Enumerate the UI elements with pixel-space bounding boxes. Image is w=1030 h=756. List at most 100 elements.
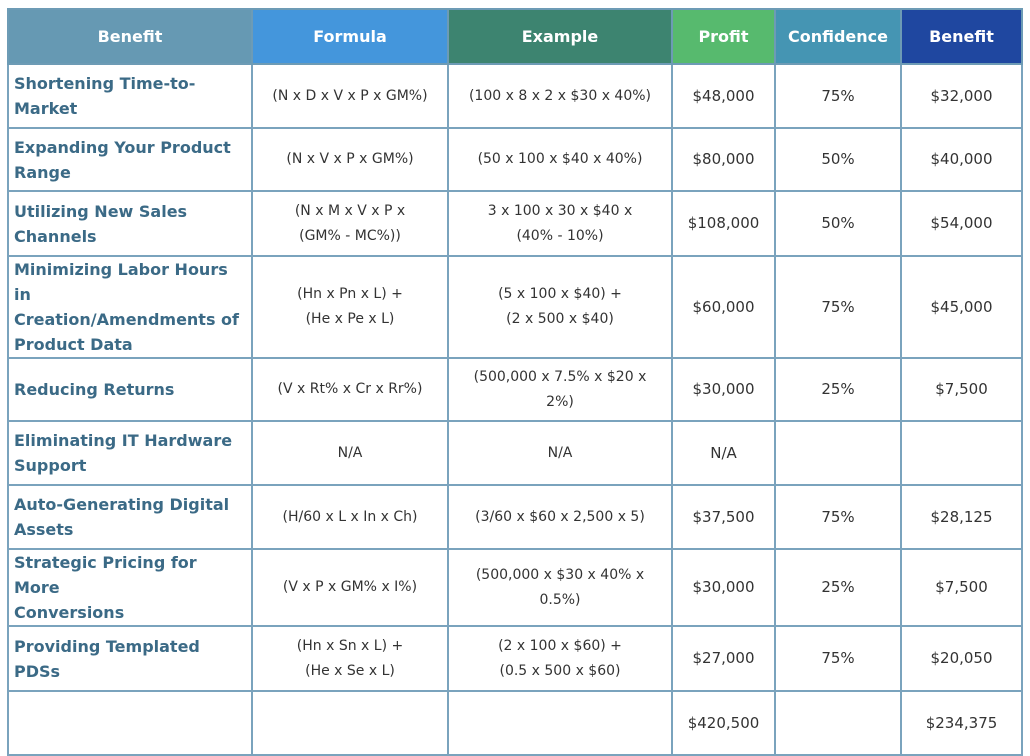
example-cell: (500,000 x 7.5% x $20 x 2%) — [447, 357, 673, 422]
benefit-value-cell: $40,000 — [900, 127, 1023, 192]
benefit-value-cell: $20,050 — [900, 625, 1023, 692]
benefit-name-cell: Expanding Your Product Range — [7, 127, 253, 192]
benefit-name-line: Eliminating IT Hardware — [14, 431, 233, 450]
benefit-name-cell: Minimizing Labor Hours in Creation/Amend… — [7, 255, 253, 359]
formula-cell: (N x V x P x GM%) — [251, 127, 449, 192]
confidence-cell: 50% — [774, 190, 902, 257]
example-line: N/A — [547, 444, 573, 461]
formula-line: (N x D x V x P x GM%) — [272, 87, 428, 104]
example-cell: (5 x 100 x $40) + (2 x 500 x $40) — [447, 255, 673, 359]
benefit-name-line: Assets — [14, 520, 74, 539]
example-line: 0.5%) — [539, 591, 581, 608]
confidence-cell: 75% — [774, 255, 902, 359]
table-row: Strategic Pricing for More Conversions (… — [7, 548, 1023, 627]
example-cell: (100 x 8 x 2 x $30 x 40%) — [447, 63, 673, 129]
total-benefit-cell: $234,375 — [900, 690, 1023, 756]
benefit-name-line: Channels — [14, 226, 97, 246]
example-line: (2 x 500 x $40) — [506, 311, 614, 327]
total-profit-cell: $420,500 — [671, 690, 776, 756]
table-body: Shortening Time-to- Market (N x D x V x … — [7, 63, 1023, 756]
formula-line: (He x Pe x L) — [305, 311, 395, 327]
benefit-value-cell — [900, 420, 1023, 486]
confidence-cell: 50% — [774, 127, 902, 192]
confidence-cell: 75% — [774, 625, 902, 692]
benefit-name-line: Support — [14, 456, 87, 475]
benefit-name-cell: Utilizing New Sales Channels — [7, 190, 253, 257]
benefit-name-line: Reducing Returns — [14, 380, 175, 399]
benefit-name-line: Auto-Generating Digital — [14, 495, 230, 514]
benefit-name-cell: Strategic Pricing for More Conversions — [7, 548, 253, 627]
header-example: Example — [447, 8, 673, 65]
formula-cell: N/A — [251, 420, 449, 486]
example-cell: (3/60 x $60 x 2,500 x 5) — [447, 484, 673, 550]
profit-cell: $48,000 — [671, 63, 776, 129]
example-line: 2%) — [546, 393, 574, 410]
benefit-name-cell: Eliminating IT Hardware Support — [7, 420, 253, 486]
benefit-value-cell: $45,000 — [900, 255, 1023, 359]
formula-cell: (V x P x GM% x I%) — [251, 548, 449, 627]
totals-row: $420,500 $234,375 — [7, 690, 1023, 756]
example-cell: (500,000 x $30 x 40% x 0.5%) — [447, 548, 673, 627]
profit-cell: $30,000 — [671, 548, 776, 627]
example-cell: (2 x 100 x $60) + (0.5 x 500 x $60) — [447, 625, 673, 692]
formula-cell: (N x D x V x P x GM%) — [251, 63, 449, 129]
benefit-value-cell: $7,500 — [900, 548, 1023, 627]
confidence-cell: 75% — [774, 484, 902, 550]
formula-cell: (V x Rt% x Cr x Rr%) — [251, 357, 449, 422]
formula-line: N/A — [337, 444, 363, 461]
formula-line: (H/60 x L x In x Ch) — [282, 508, 418, 525]
benefit-name-line: Market — [14, 99, 78, 118]
benefit-value-cell: $7,500 — [900, 357, 1023, 422]
benefit-name-line: Product Data — [14, 335, 133, 354]
header-row: Benefit Formula Example Profit Confidenc… — [7, 8, 1023, 65]
formula-line: (Hn x Pn x L) + — [297, 286, 403, 302]
formula-cell: (Hn x Pn x L) + (He x Pe x L) — [251, 255, 449, 359]
profit-cell: $80,000 — [671, 127, 776, 192]
confidence-cell — [774, 420, 902, 486]
benefit-name-line: Strategic Pricing for More — [14, 553, 197, 597]
formula-line: (Hn x Sn x L) + — [296, 637, 404, 654]
benefit-value-cell: $32,000 — [900, 63, 1023, 129]
table-row: Shortening Time-to- Market (N x D x V x … — [7, 63, 1023, 129]
table-row: Expanding Your Product Range (N x V x P … — [7, 127, 1023, 192]
totals-formula-cell — [251, 690, 449, 756]
example-line: 3 x 100 x 30 x $40 x — [487, 202, 633, 219]
example-cell: 3 x 100 x 30 x $40 x (40% - 10%) — [447, 190, 673, 257]
confidence-cell: 75% — [774, 63, 902, 129]
example-line: (0.5 x 500 x $60) — [499, 662, 621, 679]
benefit-name-cell: Auto-Generating Digital Assets — [7, 484, 253, 550]
benefit-name-line: Expanding Your Product — [14, 137, 231, 157]
benefit-name-line: PDSs — [14, 661, 61, 681]
profit-cell: $37,500 — [671, 484, 776, 550]
example-line: (3/60 x $60 x 2,500 x 5) — [475, 508, 645, 525]
formula-line: (N x V x P x GM%) — [286, 151, 414, 167]
example-line: (500,000 x 7.5% x $20 x — [473, 368, 647, 385]
example-line: (5 x 100 x $40) + — [498, 286, 622, 302]
benefit-calculation-table: Benefit Formula Example Profit Confidenc… — [7, 8, 1023, 756]
header-benefit: Benefit — [7, 8, 253, 65]
formula-line: (He x Se x L) — [305, 662, 395, 679]
benefit-name-line: Conversions — [14, 603, 125, 622]
example-line: (2 x 100 x $60) + — [498, 637, 622, 654]
header-profit: Profit — [671, 8, 776, 65]
profit-cell: $108,000 — [671, 190, 776, 257]
benefit-value-cell: $28,125 — [900, 484, 1023, 550]
formula-cell: (Hn x Sn x L) + (He x Se x L) — [251, 625, 449, 692]
table-row: Minimizing Labor Hours in Creation/Amend… — [7, 255, 1023, 359]
header-confidence: Confidence — [774, 8, 902, 65]
table-row: Reducing Returns (V x Rt% x Cr x Rr%) (5… — [7, 357, 1023, 422]
example-cell: (50 x 100 x $40 x 40%) — [447, 127, 673, 192]
table-row: Utilizing New Sales Channels (N x M x V … — [7, 190, 1023, 257]
benefit-name-line: Shortening Time-to- — [14, 74, 196, 93]
benefit-name-cell: Reducing Returns — [7, 357, 253, 422]
example-line: (100 x 8 x 2 x $30 x 40%) — [468, 87, 652, 104]
formula-line: (V x P x GM% x I%) — [282, 579, 418, 595]
benefit-name-cell: Shortening Time-to- Market — [7, 63, 253, 129]
header-formula: Formula — [251, 8, 449, 65]
benefit-name-line: Minimizing Labor Hours in — [14, 260, 228, 304]
totals-name-cell — [7, 690, 253, 756]
example-cell: N/A — [447, 420, 673, 486]
formula-line: (GM% - MC%)) — [299, 227, 401, 244]
totals-example-cell — [447, 690, 673, 756]
example-line: (500,000 x $30 x 40% x — [475, 566, 645, 583]
